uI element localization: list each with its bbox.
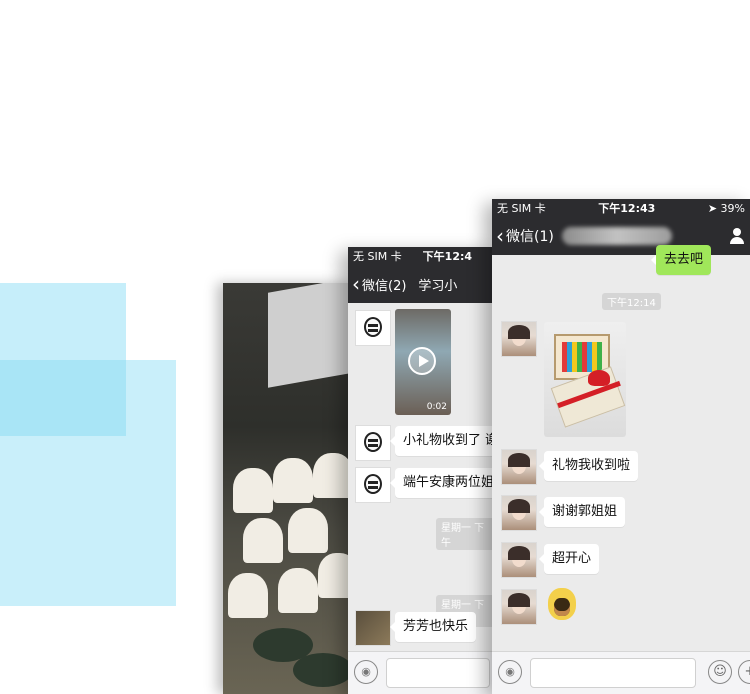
chevron-left-icon[interactable]: ‹: [352, 274, 360, 294]
photo-heart: [313, 453, 353, 498]
timestamp: 下午12:14: [602, 293, 661, 310]
battery-percent: 39%: [720, 201, 745, 215]
battery-indicator: ➤ 39%: [707, 201, 745, 215]
input-bar: ◉ ☺ +: [492, 651, 750, 694]
message-bubble[interactable]: 端午安康两位姐: [389, 468, 498, 498]
nav-bar: ‹ 微信(1): [492, 217, 750, 255]
photo-heart: [288, 508, 328, 553]
plus-icon[interactable]: +: [738, 660, 750, 684]
message-bubble[interactable]: 超开心: [538, 544, 600, 574]
message-input[interactable]: [530, 658, 696, 688]
avatar[interactable]: [501, 495, 537, 531]
avatar[interactable]: [501, 321, 537, 357]
carrier-label: 无 SIM 卡: [497, 202, 546, 215]
nav-bar: ‹ 微信(2) 学习小: [348, 265, 498, 303]
status-bar: 无 SIM 卡 下午12:4: [348, 247, 498, 265]
message-bubble[interactable]: 芳芳也快乐: [389, 612, 477, 642]
avatar[interactable]: [355, 467, 391, 503]
photo-heart: [273, 458, 313, 503]
sticker-message[interactable]: [544, 588, 580, 624]
emoji-icon[interactable]: ☺: [708, 660, 732, 684]
gift-bow: [588, 370, 610, 386]
avatar[interactable]: [355, 610, 391, 646]
person-icon[interactable]: [728, 227, 746, 245]
play-icon[interactable]: [408, 347, 436, 375]
message-bubble[interactable]: 小礼物收到了 谢: [389, 426, 498, 456]
decor-block-overlap: [0, 360, 126, 436]
photo-heart: [243, 518, 283, 563]
photo-leaf: [293, 653, 353, 687]
timestamp: 星期一 下午: [436, 518, 498, 550]
voice-icon[interactable]: ◉: [354, 660, 378, 684]
photo-wall: [268, 283, 358, 388]
video-message[interactable]: 0:02: [395, 309, 451, 415]
message-bubble[interactable]: 礼物我收到啦: [538, 451, 639, 481]
message-bubble-sent[interactable]: 去去吧: [650, 245, 712, 275]
image-message[interactable]: [544, 322, 626, 437]
chevron-left-icon[interactable]: ‹: [496, 226, 504, 246]
avatar[interactable]: [501, 449, 537, 485]
photo-heart: [278, 568, 318, 613]
clock: 下午12:4: [422, 250, 473, 263]
avatar[interactable]: [501, 589, 537, 625]
video-duration: 0:02: [426, 402, 447, 412]
status-bar: 无 SIM 卡 下午12:43 ➤ 39%: [492, 199, 750, 217]
background-photo: [223, 283, 358, 694]
chat-screenshot-middle: 无 SIM 卡 下午12:4 ‹ 微信(2) 学习小 0:02 小礼物收到了 谢…: [348, 247, 498, 694]
avatar[interactable]: [501, 542, 537, 578]
photo-heart: [233, 468, 273, 513]
back-button[interactable]: 微信(1): [506, 226, 554, 246]
message-input[interactable]: [386, 658, 490, 688]
voice-icon[interactable]: ◉: [498, 660, 522, 684]
message-bubble[interactable]: 谢谢郭姐姐: [538, 497, 626, 527]
input-bar: ◉: [348, 651, 498, 694]
clock: 下午12:43: [598, 202, 656, 215]
carrier-label: 无 SIM 卡: [353, 250, 402, 263]
chat-screenshot-front: 无 SIM 卡 下午12:43 ➤ 39% ‹ 微信(1) 去去吧 下午12:1…: [492, 199, 750, 694]
blurred-chat-title: [561, 227, 672, 245]
avatar[interactable]: [355, 310, 391, 346]
chat-title: 学习小: [418, 278, 458, 294]
photo-heart: [228, 573, 268, 618]
avatar[interactable]: [355, 425, 391, 461]
back-button[interactable]: 微信(2): [362, 275, 406, 294]
